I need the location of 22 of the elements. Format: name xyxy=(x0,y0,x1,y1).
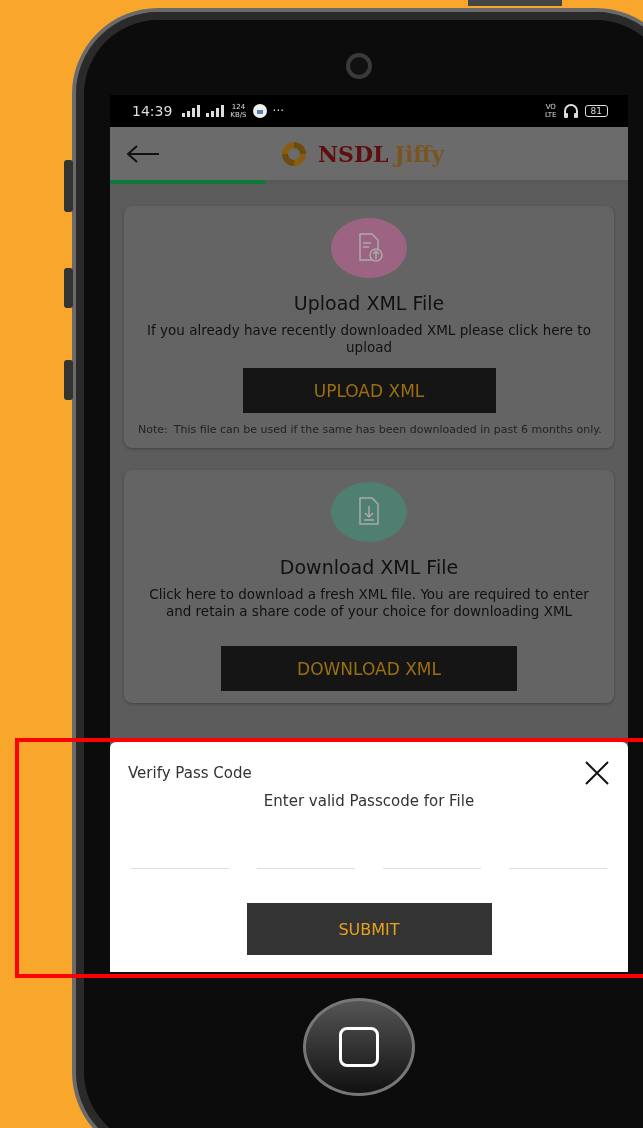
card-title: Download XML File xyxy=(279,556,459,578)
notification-icon xyxy=(252,104,267,118)
xml-button[interactable]: UPLOAD XML xyxy=(242,368,496,413)
close-icon[interactable] xyxy=(584,760,610,786)
logo-text: NSDL xyxy=(318,140,389,167)
battery-level: 81 xyxy=(584,105,608,117)
status-time: 14:39 xyxy=(132,103,173,119)
card-description: Click here to download a fresh XML file. You are required to enter and retain a share code of your choice for downloading XML xyxy=(148,586,590,620)
card-title: Upload XML File xyxy=(293,292,445,314)
note-label: Note: xyxy=(138,423,168,436)
dialog-message: Enter valid Passcode for File xyxy=(262,792,476,810)
signal-icon xyxy=(206,105,225,117)
back-arrow-icon[interactable] xyxy=(126,143,160,164)
camera-icon xyxy=(350,56,368,75)
note-text: This file can be used if the same has been downloaded in past 6 months only. xyxy=(173,423,602,436)
card-description: If you already have recently downloaded XML please click here to upload xyxy=(146,322,592,356)
dialog-title: Verify Pass Code xyxy=(128,764,252,782)
xml-button[interactable]: DOWNLOAD XML xyxy=(221,646,517,691)
logo-text: Jiffy xyxy=(394,140,445,167)
more-notifications: ··· xyxy=(272,104,284,118)
submit-button[interactable]: SUBMIT xyxy=(246,903,492,955)
headphones-icon xyxy=(562,103,579,119)
